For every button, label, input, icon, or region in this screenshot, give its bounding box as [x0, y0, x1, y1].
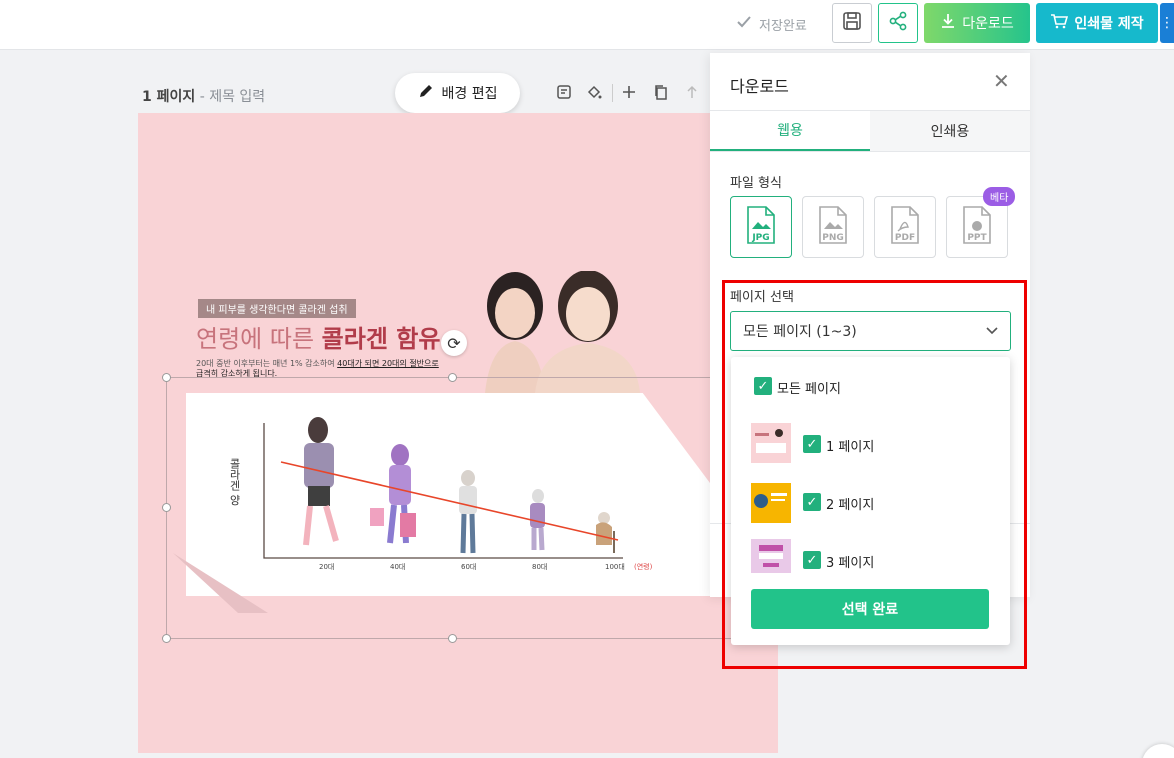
download-icon	[940, 13, 956, 33]
download-button[interactable]: 다운로드	[924, 3, 1030, 43]
panel-title: 다운로드	[730, 77, 789, 96]
more-menu-button[interactable]: ⋮	[1160, 3, 1174, 43]
download-tabs: 웹용 인쇄용	[710, 110, 1030, 152]
resize-handle-bottom-left[interactable]	[162, 634, 171, 643]
format-pdf-option[interactable]: PDF	[874, 196, 936, 258]
png-file-icon: PNG	[818, 205, 848, 249]
page-title-input[interactable]: - 제목 입력	[200, 89, 265, 105]
format-jpg-option[interactable]: JPG	[730, 196, 792, 258]
check-icon	[737, 16, 751, 32]
save-status: 저장완료	[737, 13, 807, 35]
floppy-disk-icon	[842, 11, 862, 35]
share-button[interactable]	[878, 3, 918, 43]
design-page-canvas[interactable]: 내 피부를 생각한다면 콜라겐 섭취 연령에 따른 콜라겐 함유 20대 중반 …	[138, 113, 778, 753]
top-bar: 저장완료 다운로드 인쇄물 제작 ⋮	[0, 0, 1174, 50]
resize-handle-top[interactable]	[448, 373, 457, 382]
format-png-option[interactable]: PNG	[802, 196, 864, 258]
print-order-label: 인쇄물 제작	[1074, 16, 1144, 32]
resize-handle-left[interactable]	[162, 503, 171, 512]
print-order-button[interactable]: 인쇄물 제작	[1036, 3, 1158, 43]
page-number: 1 페이지	[142, 89, 196, 105]
page-toolbar	[556, 84, 703, 102]
add-page-icon[interactable]	[621, 84, 639, 102]
file-format-label: 파일 형식	[730, 176, 782, 191]
paint-bucket-icon[interactable]	[586, 84, 604, 102]
copy-page-icon[interactable]	[653, 84, 671, 102]
resize-handle-top-left[interactable]	[162, 373, 171, 382]
share-icon	[888, 11, 908, 35]
rotate-handle[interactable]: ⟳	[441, 330, 467, 356]
svg-text:PNG: PNG	[822, 233, 844, 243]
background-edit-button[interactable]: 배경 편집	[395, 73, 520, 113]
cart-icon	[1050, 13, 1069, 33]
save-button[interactable]	[832, 3, 872, 43]
tab-web[interactable]: 웹용	[710, 111, 870, 151]
pencil-icon	[418, 83, 434, 103]
page-title-row: 1 페이지 - 제목 입력	[142, 86, 265, 106]
selection-frame[interactable]	[166, 377, 741, 639]
ppt-file-icon: PPT	[962, 205, 992, 249]
background-edit-label: 배경 편집	[441, 86, 498, 102]
download-button-label: 다운로드	[962, 16, 1014, 32]
pdf-file-icon: PDF	[890, 205, 920, 249]
jpg-file-icon: JPG	[746, 205, 776, 249]
svg-text:JPG: JPG	[751, 233, 769, 243]
help-floating-button[interactable]	[1142, 744, 1174, 758]
highlight-annotation-box	[722, 280, 1027, 669]
more-dots-icon: ⋮	[1160, 15, 1174, 31]
save-status-label: 저장완료	[759, 18, 807, 34]
rotate-icon: ⟳	[447, 333, 461, 353]
beta-badge: 베타	[983, 187, 1016, 206]
svg-text:PPT: PPT	[967, 233, 987, 243]
close-icon[interactable]: ✕	[993, 69, 1010, 93]
resize-handle-bottom[interactable]	[448, 634, 457, 643]
memo-icon[interactable]	[556, 84, 574, 102]
tab-print[interactable]: 인쇄용	[870, 111, 1030, 151]
svg-text:PDF: PDF	[895, 233, 915, 243]
toolbar-divider	[612, 84, 613, 102]
move-up-icon[interactable]	[685, 84, 703, 102]
